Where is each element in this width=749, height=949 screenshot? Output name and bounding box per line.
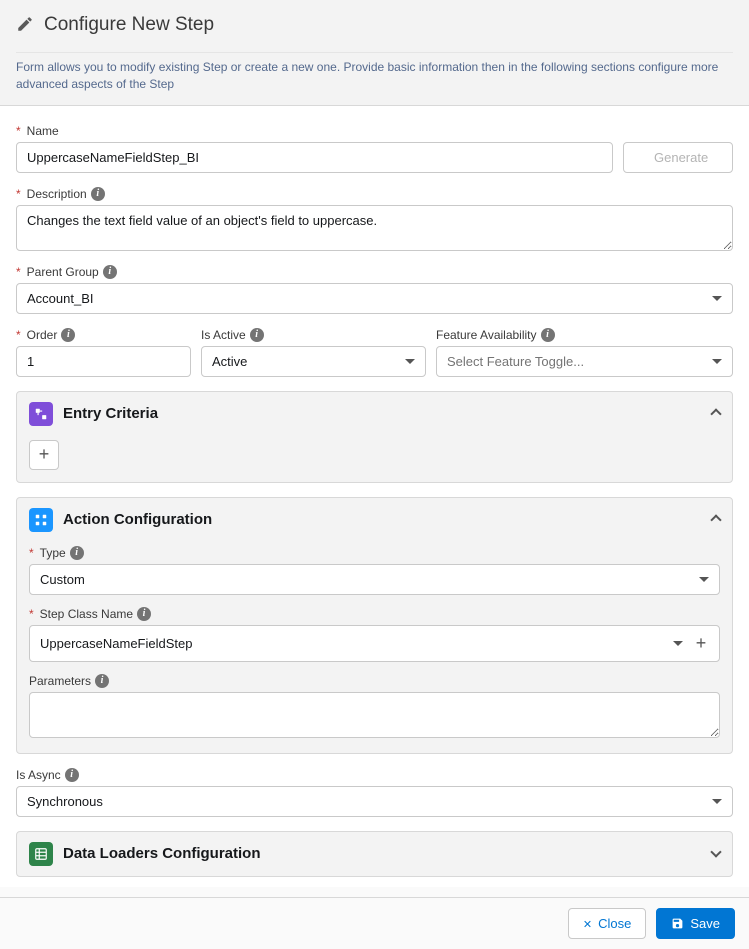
chevron-down-icon — [673, 641, 683, 646]
type-label: *Type i — [29, 546, 720, 560]
is-active-label: Is Active i — [201, 328, 426, 342]
add-step-class-button[interactable]: + — [693, 633, 709, 654]
info-icon[interactable]: i — [61, 328, 75, 342]
feature-availability-label: Feature Availability i — [436, 328, 733, 342]
info-icon[interactable]: i — [541, 328, 555, 342]
close-button[interactable]: Close — [568, 908, 646, 939]
parent-group-select[interactable]: Account_BI — [16, 283, 733, 314]
chevron-down-icon — [710, 846, 721, 857]
feature-availability-select[interactable]: Select Feature Toggle... — [436, 346, 733, 377]
chevron-down-icon — [712, 799, 722, 804]
save-icon — [671, 917, 684, 930]
action-config-panel: Action Configuration *Type i Custom *Ste… — [16, 497, 733, 754]
step-class-select[interactable]: UppercaseNameFieldStep + — [29, 625, 720, 662]
add-criteria-button[interactable]: + — [29, 440, 59, 470]
chevron-up-icon — [710, 408, 721, 419]
order-label: *Order i — [16, 328, 191, 342]
form-body: *Name Generate *Description i Changes th… — [0, 106, 749, 887]
name-input[interactable] — [16, 142, 613, 173]
description-label: *Description i — [16, 187, 733, 201]
description-input[interactable]: Changes the text field value of an objec… — [16, 205, 733, 251]
info-icon[interactable]: i — [91, 187, 105, 201]
parent-group-label: *Parent Group i — [16, 265, 733, 279]
is-async-select[interactable]: Synchronous — [16, 786, 733, 817]
entry-criteria-icon — [29, 402, 53, 426]
type-select[interactable]: Custom — [29, 564, 720, 595]
page-title: Configure New Step — [44, 14, 214, 36]
step-class-label: *Step Class Name i — [29, 607, 720, 621]
chevron-down-icon — [405, 359, 415, 364]
chevron-down-icon — [712, 359, 722, 364]
generate-button[interactable]: Generate — [623, 142, 733, 173]
chevron-up-icon — [710, 514, 721, 525]
is-active-select[interactable]: Active — [201, 346, 426, 377]
info-icon[interactable]: i — [65, 768, 79, 782]
close-icon — [583, 916, 592, 931]
dialog-footer: Close Save — [0, 897, 749, 949]
info-icon[interactable]: i — [103, 265, 117, 279]
parameters-input[interactable] — [29, 692, 720, 738]
page-subtitle: Form allows you to modify existing Step … — [16, 52, 733, 95]
chevron-down-icon — [699, 577, 709, 582]
info-icon[interactable]: i — [250, 328, 264, 342]
is-async-label: Is Async i — [16, 768, 733, 782]
data-loaders-header[interactable]: Data Loaders Configuration — [17, 832, 732, 876]
entry-criteria-header[interactable]: Entry Criteria — [17, 392, 732, 436]
order-input[interactable] — [16, 346, 191, 377]
entry-criteria-panel: Entry Criteria + — [16, 391, 733, 483]
info-icon[interactable]: i — [95, 674, 109, 688]
save-button[interactable]: Save — [656, 908, 735, 939]
parameters-label: Parameters i — [29, 674, 720, 688]
action-config-icon — [29, 508, 53, 532]
data-loaders-icon — [29, 842, 53, 866]
action-config-header[interactable]: Action Configuration — [17, 498, 732, 542]
pencil-icon — [16, 15, 34, 36]
info-icon[interactable]: i — [70, 546, 84, 560]
name-label: *Name — [16, 124, 733, 138]
chevron-down-icon — [712, 296, 722, 301]
page-header: Configure New Step Form allows you to mo… — [0, 0, 749, 106]
data-loaders-panel: Data Loaders Configuration — [16, 831, 733, 877]
info-icon[interactable]: i — [137, 607, 151, 621]
